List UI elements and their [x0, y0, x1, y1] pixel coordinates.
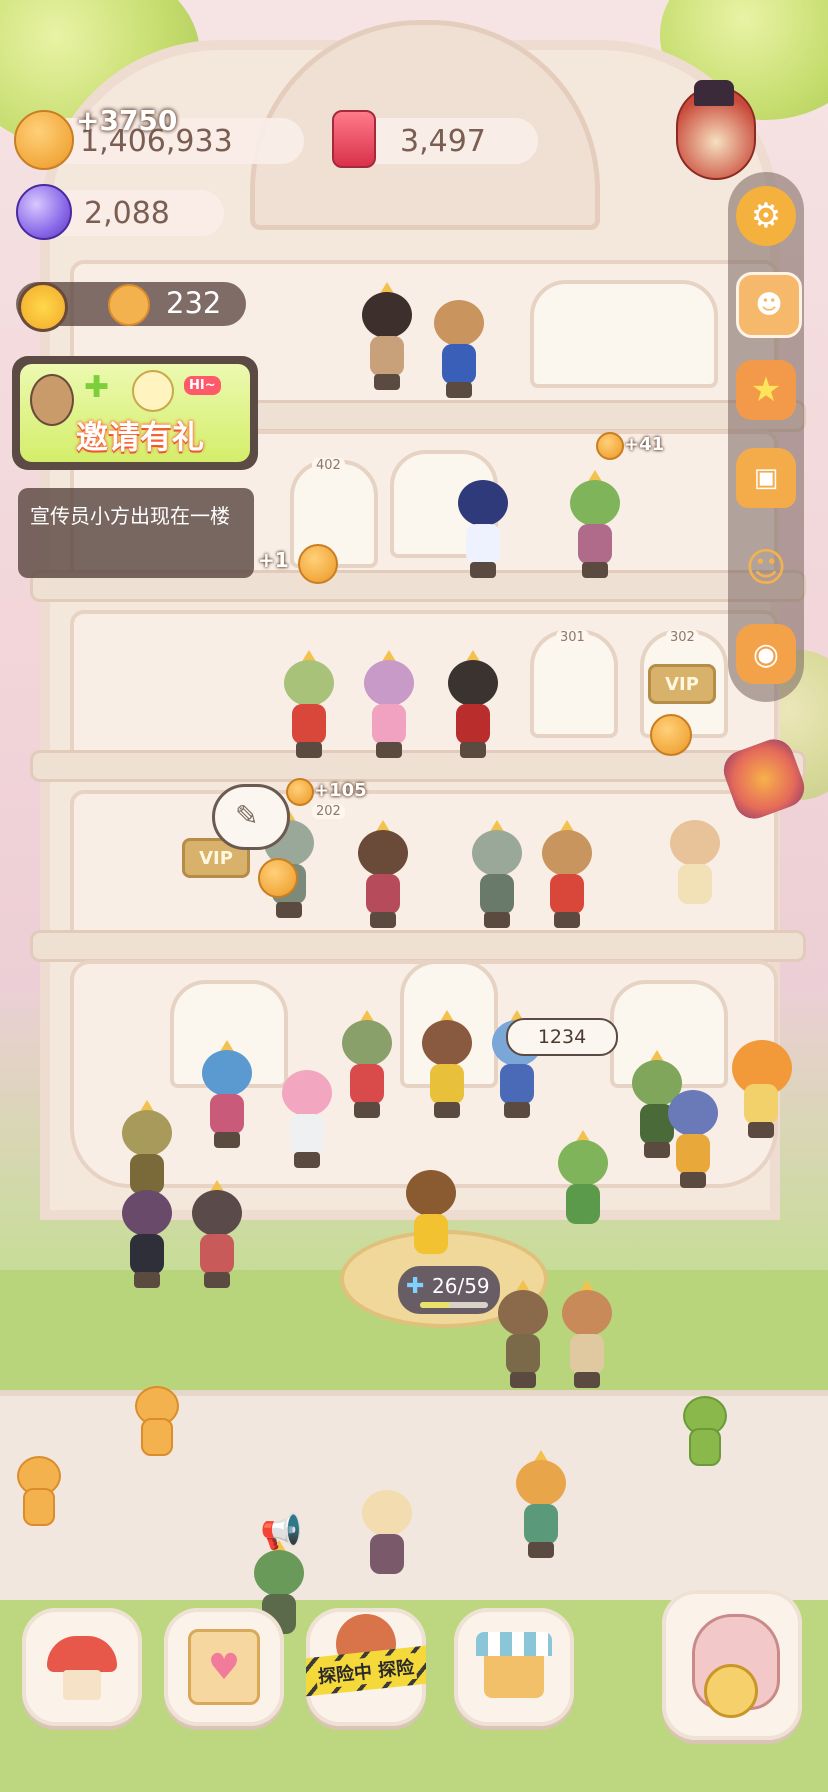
capacity-indicator[interactable]: ✚ 26/59 [398, 1266, 500, 1314]
resident-character[interactable] [362, 650, 416, 760]
shop-button[interactable]: ★ [736, 360, 796, 420]
hi-badge: HI~ [184, 376, 221, 395]
resident-character[interactable] [668, 810, 722, 920]
camera-button[interactable]: ◉ [736, 624, 796, 684]
notice-box: 宣传员小方出现在一楼 [18, 488, 254, 578]
capacity-text: 26/59 [432, 1274, 490, 1298]
room-number-301: 301 [556, 630, 589, 645]
balcony-2 [30, 930, 806, 962]
backpack-button[interactable]: ▣ [736, 448, 796, 508]
invite-banner[interactable]: ✚ HI~ 邀请有礼 [12, 356, 258, 470]
gingerbread-visitor[interactable] [676, 1396, 730, 1470]
gingerbread-visitor[interactable] [128, 1386, 182, 1460]
coins-gain-popup: +3750 [76, 104, 178, 137]
resident-character[interactable] [340, 1010, 394, 1120]
pumpkin-character[interactable] [732, 1030, 792, 1140]
resident-character[interactable] [496, 1280, 550, 1390]
gingerbread-icon [108, 284, 150, 326]
star-shop-icon: ★ [750, 370, 782, 410]
visitor-counter-badge: 1234 [506, 1018, 618, 1056]
cookie-pickup[interactable] [650, 714, 692, 756]
resident-character[interactable] [420, 1010, 474, 1120]
pet-clock-icon [682, 1610, 782, 1720]
balcony-3 [30, 750, 806, 782]
pet-button[interactable] [662, 1590, 802, 1740]
room-number-202: 202 [312, 804, 345, 819]
exploring-tape: 探险中 探险 [306, 1644, 426, 1698]
build-button[interactable] [22, 1608, 142, 1726]
resident-character[interactable] [280, 1060, 334, 1170]
invite-label: 邀请有礼 [76, 418, 205, 456]
resident-character[interactable] [360, 282, 414, 392]
resident-character[interactable] [514, 1450, 568, 1560]
resident-character[interactable] [120, 1180, 174, 1290]
cookie-pickup[interactable] [258, 858, 298, 898]
gain-popup: +41 [624, 434, 665, 455]
stall-button[interactable] [454, 1608, 574, 1726]
cookie-pickup[interactable] [596, 432, 624, 460]
characters-button[interactable]: ☺ [736, 538, 796, 598]
explore-label: 探险中 探险 [314, 1652, 418, 1690]
characters-icon: ☺ [745, 545, 787, 591]
resident-character[interactable] [432, 290, 486, 400]
cookie-pickup[interactable] [286, 778, 314, 806]
smiley-icon [132, 370, 174, 412]
journal-button[interactable]: ♥ [164, 1608, 284, 1726]
resident-character[interactable] [200, 1040, 254, 1150]
capacity-bar-track [420, 1302, 488, 1308]
heart-notebook-icon: ♥ [188, 1629, 260, 1705]
room-number-402: 402 [312, 458, 345, 473]
explore-button[interactable]: 探险中 探险 [306, 1608, 426, 1726]
candles-value: 3,497 [400, 123, 486, 159]
camera-icon: ◉ [752, 636, 780, 672]
notice-text: 宣传员小方出现在一楼 [30, 504, 230, 528]
resident-character[interactable] [446, 650, 500, 760]
resident-character[interactable] [356, 820, 410, 930]
gain-popup: +105 [314, 780, 367, 801]
avatar [30, 374, 74, 426]
cookie-coin-icon [14, 110, 74, 170]
purple-gem-icon [16, 184, 72, 240]
poster-button[interactable]: ☻ [736, 272, 802, 338]
resident-character[interactable] [556, 1130, 610, 1240]
gain-popup: +1 [258, 548, 289, 572]
right-sidebar: ⚙ ☻ ★ ▣ ☺ ◉ [728, 172, 804, 702]
gingerbread-visitor[interactable] [10, 1456, 64, 1530]
sun-icon [18, 282, 68, 332]
room-number-302: 302 [666, 630, 699, 645]
counter-label: 1234 [537, 1026, 587, 1048]
settings-button[interactable]: ⚙ [736, 186, 796, 246]
candle-icon [332, 110, 376, 168]
window [530, 630, 618, 738]
resident-character[interactable] [190, 1180, 244, 1290]
plus-icon: ✚ [84, 370, 110, 405]
vip-sign[interactable]: VIP [648, 664, 716, 704]
mushroom-house-icon [47, 1632, 117, 1702]
wrench-icon: ✎ [235, 799, 259, 832]
profile-hat [694, 80, 734, 106]
capacity-bar-fill [420, 1302, 450, 1308]
poster-icon: ☻ [755, 290, 783, 320]
resident-character[interactable] [560, 1280, 614, 1390]
game-scene: 402 301 302 202 VIP VIP +41 +1 +105 ✎ 12… [0, 0, 828, 1792]
resident-character[interactable] [404, 1160, 458, 1270]
plus-person-icon: ✚ [406, 1274, 425, 1299]
repair-request-bubble[interactable]: ✎ [212, 784, 290, 850]
visitors-counter[interactable]: 232 [16, 282, 246, 332]
resident-character[interactable] [540, 820, 594, 930]
resident-character[interactable] [360, 1480, 414, 1590]
window [530, 280, 718, 388]
gems-value: 2,088 [84, 195, 170, 231]
megaphone-icon[interactable]: 📢 [260, 1512, 302, 1552]
resident-character[interactable] [470, 820, 524, 930]
visitors-value: 232 [166, 286, 222, 320]
stall-icon [476, 1632, 552, 1702]
gear-icon: ⚙ [750, 196, 782, 236]
cookie-pickup[interactable] [298, 544, 338, 584]
resident-character[interactable] [456, 470, 510, 580]
backpack-icon: ▣ [753, 463, 779, 493]
resident-character[interactable] [282, 650, 336, 760]
resident-character[interactable] [666, 1080, 720, 1190]
resident-character[interactable] [568, 470, 622, 580]
